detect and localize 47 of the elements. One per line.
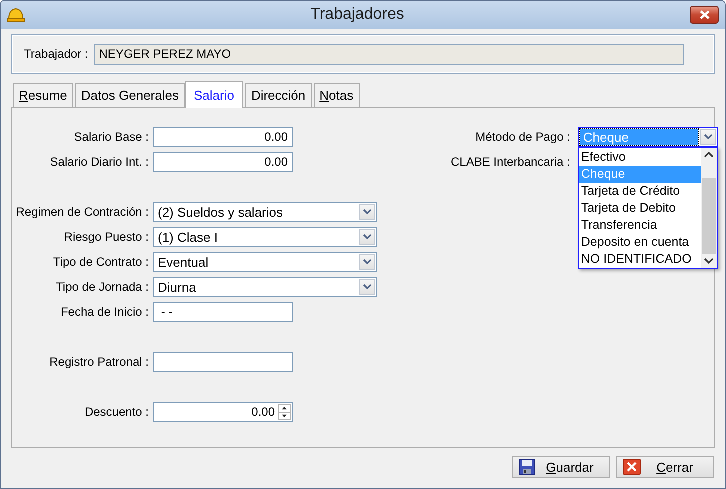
input-field[interactable] [153, 352, 293, 372]
chevron-icon [359, 279, 375, 295]
list-item[interactable]: Tarjeta de Crédito [579, 183, 702, 200]
close-button[interactable] [690, 6, 719, 24]
field-label: Descuento : [84, 405, 149, 419]
field-label: Salario Diario Int. : [49, 155, 149, 169]
field-label: Fecha de Inicio : [60, 305, 149, 319]
list-item[interactable]: Efectivo [579, 149, 702, 166]
input-field[interactable]: NEYGER PEREZ MAYO [94, 44, 684, 64]
tab[interactable]: Salario [184, 81, 244, 108]
field-label: Riesgo Puesto : [63, 230, 149, 244]
chevron-icon [359, 254, 375, 270]
input-field[interactable]: 0.00 [153, 127, 293, 147]
list-item[interactable]: NO IDENTIFICADO [579, 251, 702, 268]
dropdown[interactable]: (2) Sueldos y salarios [153, 202, 377, 222]
field-label: Salario Base : [73, 130, 149, 144]
chevron-icon [700, 129, 716, 145]
close-icon [623, 459, 641, 475]
field-label: Método de Pago : [474, 130, 570, 144]
scrollbar[interactable] [701, 148, 718, 268]
list-item[interactable]: Tarjeta de Debito [579, 200, 702, 217]
tab[interactable]: Resume [13, 83, 74, 107]
close-button[interactable]: Cerrar [616, 456, 714, 478]
list-item[interactable]: Transferencia [579, 217, 702, 234]
dropdown[interactable]: Diurna [153, 277, 377, 297]
dropdown[interactable]: (1) Clase I [153, 227, 377, 247]
window-title: Trabajadores [310, 6, 406, 24]
field-label: Registro Patronal : [48, 355, 149, 369]
field-label: Regimen de Contración : [15, 205, 149, 219]
spinner-icon [278, 404, 291, 420]
list-item[interactable]: Deposito en cuenta [579, 234, 702, 251]
tab[interactable]: Notas [314, 83, 360, 107]
chevron-icon [359, 204, 375, 220]
save-button[interactable]: Guardar [512, 456, 610, 478]
close-icon [698, 10, 710, 20]
tab[interactable]: Dirección [245, 83, 312, 107]
input-field[interactable]: 0.00 [153, 152, 293, 172]
field-label: Trabajador : [24, 47, 88, 61]
field-label: CLABE Interbancaria : [451, 155, 570, 169]
tab[interactable]: Datos Generales [75, 83, 185, 107]
hard-hat-icon [7, 7, 25, 23]
field-label: Tipo de Contrato : [52, 255, 149, 269]
date-field[interactable]: - - [153, 302, 293, 322]
field-label: Tipo de Jornada : [55, 280, 149, 294]
dropdown[interactable]: Eventual [153, 252, 377, 272]
spin-field[interactable]: 0.00 [153, 402, 293, 422]
chevron-icon [359, 229, 375, 245]
